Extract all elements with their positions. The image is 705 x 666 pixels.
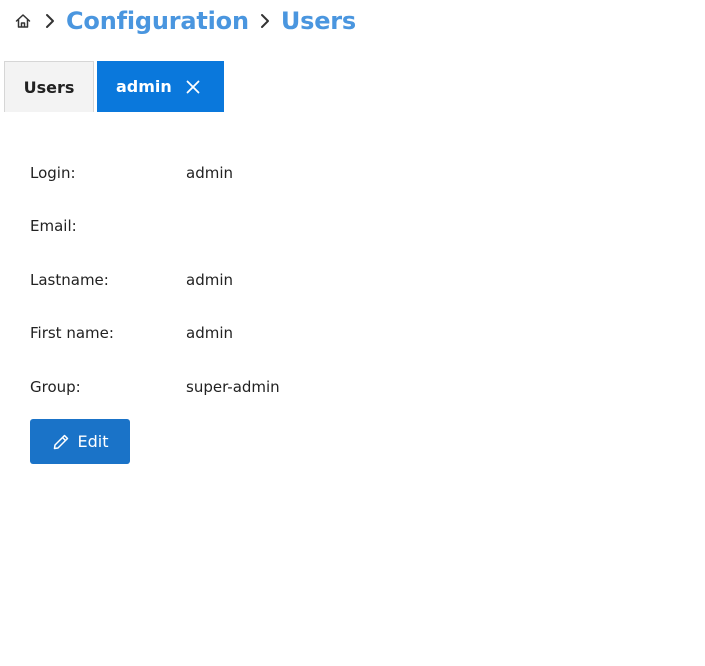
tab-users[interactable]: Users [4,61,94,112]
lastname-label: Lastname: [30,270,109,289]
home-icon[interactable] [14,12,32,30]
detail-row-first-name: First name: admin [30,307,280,361]
detail-row-lastname: Lastname: admin [30,253,280,307]
detail-row-group: Group: super-admin [30,360,280,414]
detail-row-email: Email: [30,200,280,254]
first-name-label: First name: [30,324,114,343]
group-label: Group: [30,377,81,396]
tab-bar: Users admin [4,61,224,112]
tab-admin[interactable]: admin [97,61,224,112]
group-value: super-admin [186,377,280,396]
tab-label: Users [23,77,75,97]
tab-label: admin [116,77,172,96]
login-value: admin [186,163,233,182]
pencil-icon [52,433,70,451]
detail-row-login: Login: admin [30,146,280,200]
first-name-value: admin [186,324,233,343]
lastname-value: admin [186,270,233,289]
user-details: Login: admin Email: Lastname: admin Firs… [30,146,280,414]
breadcrumb-configuration[interactable]: Configuration [66,7,249,35]
edit-button[interactable]: Edit [30,419,130,464]
breadcrumb-users[interactable]: Users [281,7,356,35]
close-icon[interactable] [186,80,200,94]
email-label: Email: [30,217,77,236]
login-label: Login: [30,163,76,182]
chevron-right-icon [44,12,56,30]
edit-button-label: Edit [77,432,109,451]
chevron-right-icon [259,12,271,30]
breadcrumb: Configuration Users [14,4,356,38]
